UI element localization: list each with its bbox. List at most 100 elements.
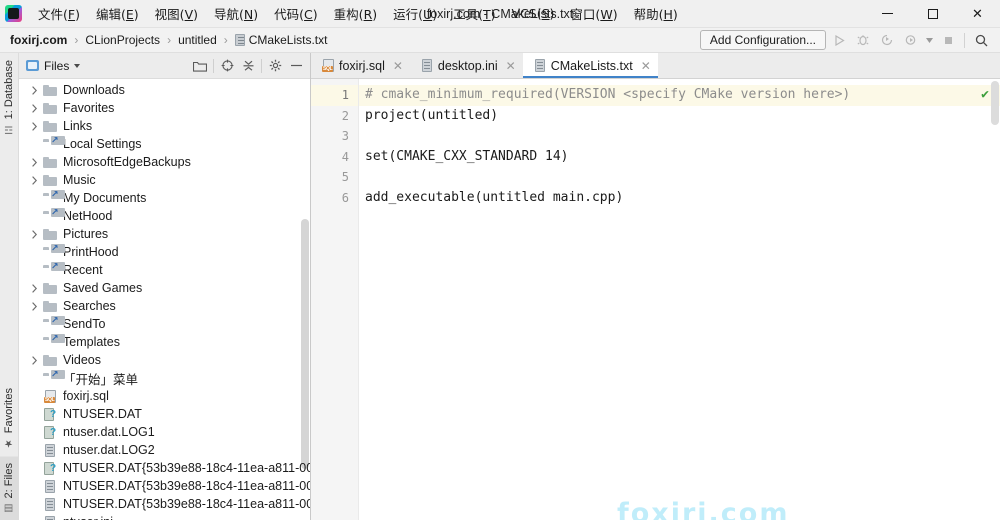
tree-row-label: MicrosoftEdgeBackups: [63, 155, 191, 169]
tree-row-label: NTUSER.DAT{53b39e88-18c4-11ea-a811-000d3: [63, 479, 310, 493]
toolbar-divider: [964, 32, 965, 48]
tree-row[interactable]: SendTo: [19, 315, 310, 333]
tree-row[interactable]: Favorites: [19, 99, 310, 117]
files-panel-actions: [190, 56, 306, 76]
tree-row[interactable]: NTUSER.DAT{53b39e88-18c4-11ea-a811-000d3: [19, 459, 310, 477]
menu-item-5[interactable]: 重构(R): [326, 0, 385, 27]
maximize-button[interactable]: [910, 0, 955, 28]
menu-item-10[interactable]: 帮助(H): [626, 0, 686, 27]
scroll-from-source-icon[interactable]: [217, 56, 237, 76]
chevron-right-icon[interactable]: [30, 229, 39, 239]
code-line[interactable]: set(CMAKE_CXX_STANDARD 14): [359, 147, 1000, 168]
chevron-right-icon[interactable]: [30, 301, 39, 311]
menu-item-2[interactable]: 视图(V): [147, 0, 206, 27]
tree-row[interactable]: MicrosoftEdgeBackups: [19, 153, 310, 171]
tree-row[interactable]: NTUSER.DAT{53b39e88-18c4-11ea-a811-000d3: [19, 477, 310, 495]
files-panel-label: Files: [44, 58, 70, 73]
code-line[interactable]: add_executable(untitled main.cpp): [359, 188, 1000, 209]
tree-row[interactable]: Music: [19, 171, 310, 189]
tool-tab-files[interactable]: ▤ 2: Files: [0, 455, 18, 520]
breadcrumb-item-3[interactable]: CMakeLists.txt: [232, 32, 331, 48]
menu-item-4[interactable]: 代码(C): [266, 0, 326, 27]
close-tab-icon[interactable]: ✕: [506, 60, 516, 72]
tree-row[interactable]: My Documents: [19, 189, 310, 207]
chevron-right-icon[interactable]: [30, 157, 39, 167]
chevron-right-icon[interactable]: [30, 121, 39, 131]
code-line[interactable]: [359, 167, 1000, 188]
menu-item-7[interactable]: 工具(T): [445, 0, 503, 27]
stop-button[interactable]: [937, 30, 959, 50]
breadcrumb-item-0[interactable]: foxirj.com: [7, 32, 70, 48]
code-area[interactable]: 1 2 3 4 5 6 # cmake_minimum_required(VERSION …: [311, 79, 1000, 520]
menu-item-0[interactable]: 文件(F): [30, 0, 88, 27]
tree-row[interactable]: PrintHood: [19, 243, 310, 261]
tree-row[interactable]: 「开始」菜单: [19, 369, 310, 387]
code-text[interactable]: # cmake_minimum_required(VERSION <specif…: [359, 79, 1000, 520]
code-line[interactable]: # cmake_minimum_required(VERSION <specif…: [359, 85, 1000, 106]
tree-row-label: Music: [63, 173, 96, 187]
breadcrumb-item-1[interactable]: CLionProjects: [82, 32, 163, 48]
tree-row[interactable]: Recent: [19, 261, 310, 279]
tree-row[interactable]: NTUSER.DAT: [19, 405, 310, 423]
tool-tab-favorites[interactable]: ★ Favorites: [0, 381, 18, 455]
tree-row[interactable]: NTUSER.DAT{53b39e88-18c4-11ea-a811-000d3: [19, 495, 310, 513]
inspection-status-icon[interactable]: ✔: [981, 88, 989, 101]
minimize-button[interactable]: [865, 0, 910, 28]
editor-tab-1[interactable]: desktop.ini ✕: [409, 53, 523, 78]
profile-dropdown-arrow[interactable]: [924, 30, 935, 50]
tree-row[interactable]: ntuser.dat.LOG1: [19, 423, 310, 441]
expand-folder-icon[interactable]: [190, 56, 210, 76]
tree-row-label: ntuser.dat.LOG1: [63, 425, 155, 439]
files-panel-title-button[interactable]: Files: [26, 58, 81, 73]
editor-tab-0[interactable]: foxirj.sql ✕: [311, 53, 410, 78]
tree-row[interactable]: Local Settings: [19, 135, 310, 153]
tree-row-label: 「开始」菜单: [63, 372, 139, 387]
tool-tab-label: 1: Database: [3, 60, 15, 120]
tool-tab-database[interactable]: ☲ 1: Database: [0, 53, 18, 141]
collapse-all-icon[interactable]: [238, 56, 258, 76]
tree-row[interactable]: Templates: [19, 333, 310, 351]
settings-gear-icon[interactable]: [265, 56, 285, 76]
folder-shortcut-icon: [43, 135, 65, 151]
menu-item-3[interactable]: 导航(N): [206, 0, 266, 27]
tree-row[interactable]: Downloads: [19, 81, 310, 99]
run-with-coverage-button[interactable]: [876, 30, 898, 50]
tree-row[interactable]: Searches: [19, 297, 310, 315]
code-line[interactable]: [359, 126, 1000, 147]
close-tab-icon[interactable]: ✕: [641, 60, 651, 72]
add-configuration-button[interactable]: Add Configuration...: [699, 30, 826, 50]
run-button[interactable]: [828, 30, 850, 50]
tree-row[interactable]: ntuser.ini: [19, 513, 310, 520]
chevron-right-icon[interactable]: [30, 103, 39, 113]
close-tab-icon[interactable]: ✕: [393, 60, 403, 72]
debug-button[interactable]: [852, 30, 874, 50]
breadcrumb-item-2[interactable]: untitled: [175, 32, 220, 48]
tree-row[interactable]: Pictures: [19, 225, 310, 243]
tree-row[interactable]: ntuser.dat.LOG2: [19, 441, 310, 459]
tree-row-label: Links: [63, 119, 93, 133]
search-everywhere-icon[interactable]: [970, 30, 992, 50]
tree-row[interactable]: foxirj.sql: [19, 387, 310, 405]
menu-item-1[interactable]: 编辑(E): [88, 0, 147, 27]
tree-row[interactable]: Links: [19, 117, 310, 135]
chevron-right-icon[interactable]: [30, 283, 39, 293]
menu-item-9[interactable]: 窗口(W): [562, 0, 625, 27]
chevron-right-icon[interactable]: [30, 175, 39, 185]
chevron-right-icon[interactable]: [30, 85, 39, 95]
editor-tab-2[interactable]: CMakeLists.txt ✕: [522, 53, 658, 78]
editor-scrollbar[interactable]: [991, 81, 999, 125]
tree-row-label: Favorites: [63, 101, 115, 115]
chevron-right-icon[interactable]: [30, 355, 39, 365]
tree-row[interactable]: NetHood: [19, 207, 310, 225]
menu-item-8[interactable]: VCS(S): [504, 2, 563, 25]
hide-panel-icon[interactable]: [286, 56, 306, 76]
tree-row[interactable]: Videos: [19, 351, 310, 369]
menu-item-6[interactable]: 运行(U): [385, 0, 445, 27]
code-line[interactable]: project(untitled): [359, 106, 1000, 127]
profile-button[interactable]: [900, 30, 922, 50]
file-tree[interactable]: Downloads Favorites Links Local Settings Mic…: [19, 79, 310, 520]
close-button[interactable]: ✕: [955, 0, 1000, 28]
file-icon: [43, 443, 58, 457]
editor-tab-label: desktop.ini: [437, 58, 498, 73]
tree-row[interactable]: Saved Games: [19, 279, 310, 297]
